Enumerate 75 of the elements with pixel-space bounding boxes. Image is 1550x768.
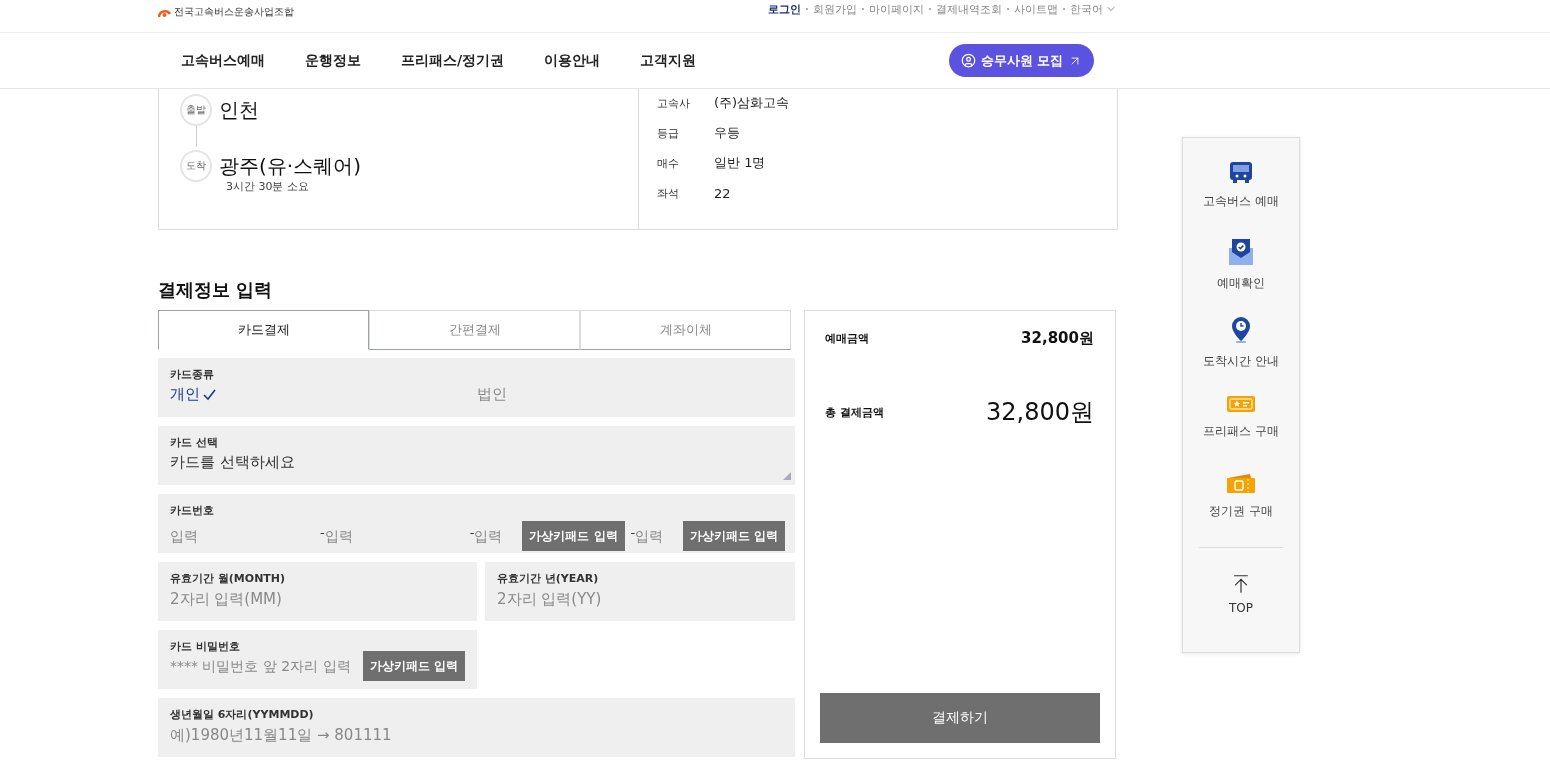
field-label: 카드 비밀번호 bbox=[170, 639, 241, 654]
virtual-keypad-button[interactable]: 가상키패드 입력 bbox=[683, 521, 786, 551]
org-name: 전국고속버스운송사업조합 bbox=[174, 5, 294, 19]
form-field[interactable]: 유효기간 년(YEAR) 2자리 입력(YY) bbox=[485, 562, 795, 621]
utility-link[interactable]: 로그인 bbox=[768, 1, 801, 17]
language-select[interactable]: 한국어 bbox=[1070, 1, 1117, 17]
fare-amount: 32,800원 bbox=[1021, 329, 1094, 348]
quick-menu-item[interactable]: 프리패스 구매 bbox=[1203, 394, 1279, 472]
utility-link[interactable]: 마이페이지 bbox=[869, 1, 924, 17]
virtual-keypad-button[interactable]: 가상키패드 입력 bbox=[362, 651, 465, 681]
detail-value: (주)삼화고속 bbox=[714, 94, 790, 112]
input-field[interactable]: 2자리 입력(MM) bbox=[170, 590, 450, 608]
form-field[interactable]: 생년월일 6자리(YYMMDD) 예)1980년11월11일 → 801111 bbox=[158, 698, 795, 757]
bus-icon bbox=[1228, 160, 1254, 184]
user-icon bbox=[961, 53, 977, 68]
fare-label: 예매금액 bbox=[825, 331, 869, 346]
nav-item[interactable]: 고객지원 bbox=[640, 51, 697, 70]
travel-time: 3시간 30분 소요 bbox=[226, 179, 309, 194]
detail-label: 매수 bbox=[657, 155, 680, 171]
detail-label: 고속사 bbox=[657, 95, 691, 111]
utility-link[interactable]: 사이트맵 bbox=[1014, 1, 1058, 17]
quick-menu-item[interactable]: 예매확인 bbox=[1217, 238, 1265, 316]
utility-link[interactable]: 결제내역조회 bbox=[936, 1, 1002, 17]
stop-name: 인천 bbox=[219, 96, 259, 124]
recruit-button[interactable]: 승무사원 모집 bbox=[949, 44, 1094, 77]
field-label: 유효기간 년(YEAR) bbox=[497, 571, 600, 586]
pay-button[interactable]: 결제하기 bbox=[820, 693, 1100, 743]
section-title: 결제정보 입력 bbox=[158, 278, 274, 302]
field-label: 유효기간 월(MONTH) bbox=[170, 571, 287, 586]
stop-badge: 도착 bbox=[180, 150, 212, 182]
input-field[interactable]: 2자리 입력(YY) bbox=[497, 590, 777, 608]
payment-tab[interactable]: 간편결제 bbox=[369, 310, 580, 350]
input-field[interactable]: 입력 bbox=[635, 528, 674, 544]
detail-value: 우등 bbox=[714, 124, 740, 142]
location-clock-icon bbox=[1230, 316, 1252, 344]
input-field[interactable]: 예)1980년11월11일 → 801111 bbox=[170, 726, 570, 744]
payment-tab[interactable]: 카드결제 bbox=[158, 310, 369, 350]
detail-label: 등급 bbox=[657, 125, 680, 141]
form-field[interactable]: 카드 비밀번호 **** 비밀번호 앞 2자리 입력 가상키패드 입력 bbox=[158, 630, 477, 689]
field-label: 카드 선택 bbox=[170, 435, 219, 450]
field-label: 카드번호 bbox=[170, 503, 215, 518]
stop-badge: 출발 bbox=[180, 94, 212, 126]
stop-name: 광주(유·스퀘어) bbox=[219, 152, 361, 180]
field-label: 카드종류 bbox=[170, 367, 215, 382]
form-field[interactable]: 유효기간 월(MONTH) 2자리 입력(MM) bbox=[158, 562, 477, 621]
utility-link[interactable]: 회원가입 bbox=[813, 1, 857, 17]
input-field[interactable]: 입력 bbox=[170, 528, 320, 544]
nav-item[interactable]: 이용안내 bbox=[544, 51, 601, 70]
quick-menu-item[interactable]: 도착시간 안내 bbox=[1203, 316, 1279, 394]
card-type-option[interactable]: 개인 bbox=[170, 385, 477, 404]
nav-item[interactable]: 고속버스예매 bbox=[181, 51, 265, 70]
separator: - bbox=[320, 524, 325, 540]
nav-item[interactable]: 운행정보 bbox=[305, 51, 361, 70]
separator: - bbox=[469, 524, 475, 540]
input-field[interactable]: 입력 bbox=[474, 528, 513, 544]
virtual-keypad-button[interactable]: 가상키패드 입력 bbox=[522, 521, 625, 551]
field-label: 생년월일 6자리(YYMMDD) bbox=[170, 707, 315, 722]
input-field[interactable]: **** 비밀번호 앞 2자리 입력 bbox=[170, 658, 363, 674]
card-select-field[interactable]: 카드 선택 카드를 선택하세요 bbox=[158, 426, 795, 485]
nav-item[interactable]: 프리패스/정기권 bbox=[401, 51, 505, 70]
detail-value: 22 bbox=[714, 185, 731, 201]
detail-label: 좌석 bbox=[657, 185, 680, 201]
payment-tab[interactable]: 계좌이체 bbox=[580, 310, 791, 350]
ticket-bus-icon bbox=[1226, 472, 1256, 494]
resize-corner-icon bbox=[783, 472, 791, 480]
total-label: 총 결제금액 bbox=[825, 404, 884, 420]
envelope-check-icon bbox=[1228, 238, 1254, 266]
input-field[interactable]: 입력 bbox=[324, 528, 470, 544]
quick-menu-item[interactable]: 정기권 구매 bbox=[1209, 472, 1273, 550]
check-icon bbox=[203, 388, 216, 401]
quick-menu-item[interactable]: 고속버스 예매 bbox=[1203, 160, 1279, 238]
detail-value: 일반 1명 bbox=[714, 154, 766, 172]
total-amount: 32,800원 bbox=[986, 397, 1094, 428]
top-button[interactable]: TOP bbox=[1223, 572, 1259, 616]
separator: - bbox=[630, 524, 636, 540]
